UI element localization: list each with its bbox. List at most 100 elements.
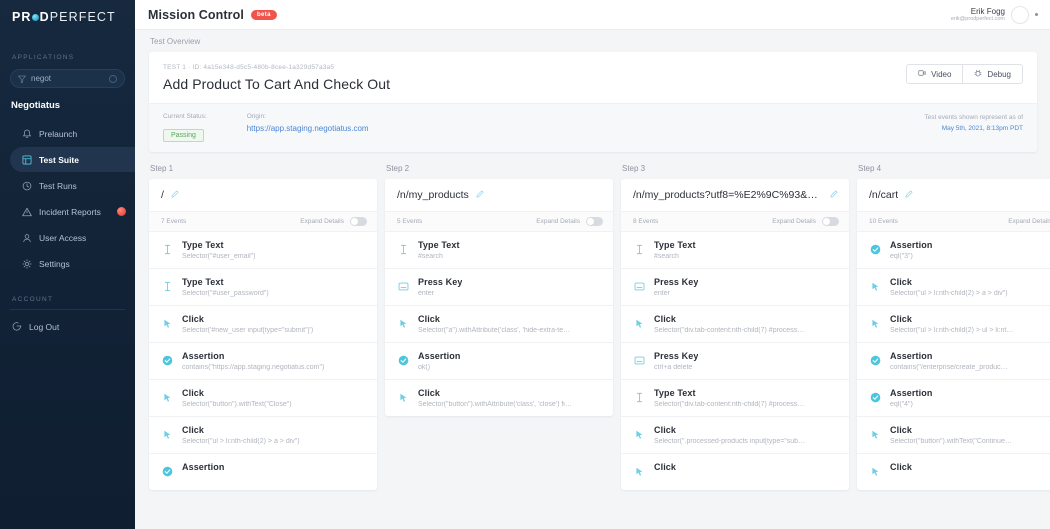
logo-text-prod: PR <box>12 10 32 24</box>
event-desc: Selector('#new_user input[type="submit"]… <box>182 327 313 334</box>
sidebar-item-test-runs[interactable]: Test Runs <box>0 173 135 198</box>
event-desc: Selector("#user_email") <box>182 253 255 260</box>
event-row[interactable]: ClickSelector("button").withText("Contin… <box>857 416 1050 453</box>
event-row[interactable]: Type TextSelector("#user_password") <box>149 268 377 305</box>
sidebar-item-incident-reports[interactable]: Incident Reports <box>0 199 135 224</box>
event-type: Click <box>890 462 912 472</box>
event-row[interactable]: Click Selector("button").withText("Close"… <box>149 379 377 416</box>
text-cursor-icon <box>634 388 645 408</box>
event-row[interactable]: Type TextSelector("div.tab-content:nth-c… <box>621 379 849 416</box>
event-row[interactable]: Press Keyctrl+a delete <box>621 342 849 379</box>
origin-link[interactable]: https://app.staging.negotiatus.com <box>247 124 369 133</box>
sidebar-item-label: Incident Reports <box>39 207 101 217</box>
video-button[interactable]: Video <box>906 64 963 84</box>
event-row[interactable]: Assertion <box>149 453 377 490</box>
event-type: Type Text <box>654 388 804 398</box>
sidebar-item-label: Prelaunch <box>39 129 77 139</box>
step-url-row[interactable]: / <box>149 179 377 211</box>
user-menu[interactable]: Erik Fogg erik@prodperfect.com <box>951 6 1038 24</box>
event-row[interactable]: Assertioneql("3") <box>857 231 1050 268</box>
event-row[interactable]: ClickSelector('#new_user input[type="sub… <box>149 305 377 342</box>
event-type: Click <box>890 314 1013 324</box>
edit-pencil-icon[interactable] <box>171 189 179 201</box>
step-url-row[interactable]: /n/my_products <box>385 179 613 211</box>
event-type: Press Key <box>654 351 698 361</box>
event-row[interactable]: ClickSelector("ul > li:nth-child(2) > a … <box>857 268 1050 305</box>
event-row[interactable]: Assertionok() <box>385 342 613 379</box>
search-input[interactable]: negot <box>10 69 125 88</box>
expand-details-toggle[interactable] <box>586 217 603 226</box>
step-label: Step 4 <box>857 164 1050 173</box>
cursor-arrow-icon <box>162 388 173 408</box>
event-desc: Selector("ul > li:nth-child(2) > a > div… <box>890 290 1008 297</box>
step-url: / <box>161 189 164 201</box>
text-cursor-icon <box>398 240 409 260</box>
step-url: /n/my_products <box>397 189 469 201</box>
page-title: Mission Control <box>148 8 244 22</box>
event-row[interactable]: Assertioncontains("/enterprise/create_pr… <box>857 342 1050 379</box>
event-row[interactable]: Press Keyenter <box>621 268 849 305</box>
event-row[interactable]: Click <box>621 453 849 490</box>
event-row[interactable]: Type TextSelector("#user_email") <box>149 231 377 268</box>
event-type: Press Key <box>654 277 698 287</box>
sidebar: PRDPERFECT APPLICATIONS negot Negotiatus… <box>0 0 135 529</box>
event-desc: Selector("ul > li:nth-child(2) > ul > li… <box>890 327 1013 334</box>
beta-badge: beta <box>251 10 277 20</box>
event-desc: Selector("a").withAttribute('class', 'hi… <box>418 327 570 334</box>
event-row[interactable]: Press Keyenter <box>385 268 613 305</box>
keyboard-icon <box>398 277 409 297</box>
expand-details-toggle[interactable] <box>822 217 839 226</box>
edit-pencil-icon[interactable] <box>905 189 913 201</box>
sidebar-item-prelaunch[interactable]: Prelaunch <box>0 121 135 146</box>
event-row[interactable]: Type Text#search <box>621 231 849 268</box>
event-row[interactable]: Click Selector("ul > li:nth-child(2) > ul… <box>857 305 1050 342</box>
event-row[interactable]: ClickSelector(".processed-products input… <box>621 416 849 453</box>
event-row[interactable]: ClickSelector("div.tab-content:nth-child… <box>621 305 849 342</box>
event-row[interactable]: Click <box>857 453 1050 490</box>
logo[interactable]: PRDPERFECT <box>0 0 135 30</box>
step-card: /n/my_products 5 Events Expand Details T… <box>385 179 613 416</box>
debug-button[interactable]: Debug <box>963 64 1023 84</box>
avatar[interactable] <box>1011 6 1029 24</box>
step-subheader: 10 Events Expand Details <box>857 211 1050 231</box>
step-url-row[interactable]: /n/my_products?utf8=%E2%9C%93&unas… <box>621 179 849 211</box>
event-desc: eql("4") <box>890 401 932 408</box>
edit-pencil-icon[interactable] <box>830 189 838 201</box>
sidebar-item-settings[interactable]: Settings <box>0 251 135 276</box>
sidebar-item-test-suite[interactable]: Test Suite <box>10 147 135 172</box>
sidebar-item-user-access[interactable]: User Access <box>0 225 135 250</box>
event-desc: Selector("button").withText("Close") <box>182 401 292 408</box>
step-column-2: Step 2 /n/my_products 5 Events Expand De… <box>385 164 613 416</box>
logout-button[interactable]: Log Out <box>0 316 135 338</box>
event-desc: #search <box>654 253 696 260</box>
event-row[interactable]: Type Text#search <box>385 231 613 268</box>
logo-text-d: D <box>40 10 50 24</box>
expand-details-toggle[interactable] <box>350 217 367 226</box>
event-row[interactable]: Assertioneql("4") <box>857 379 1050 416</box>
current-status-label: Current Status: <box>163 113 207 120</box>
grid-icon <box>22 155 32 165</box>
chevron-down-icon[interactable] <box>1035 13 1038 16</box>
gear-icon <box>22 259 32 269</box>
sidebar-item-label: Test Suite <box>39 155 79 165</box>
event-row[interactable]: Assertioncontains("https://app.staging.n… <box>149 342 377 379</box>
filter-icon <box>18 70 26 88</box>
as-of-timestamp: May 5th, 2021, 8:13pm PDT <box>924 125 1023 132</box>
as-of-label: Test events shown represent as of <box>924 114 1023 121</box>
event-row[interactable]: ClickSelector("a").withAttribute('class'… <box>385 305 613 342</box>
event-row[interactable]: ClickSelector("ul > li:nth-child(2) > a … <box>149 416 377 453</box>
edit-pencil-icon[interactable] <box>476 189 484 201</box>
clear-search-icon[interactable] <box>109 75 117 83</box>
text-cursor-icon <box>634 240 645 260</box>
event-type: Click <box>182 388 292 398</box>
cursor-arrow-icon <box>870 277 881 297</box>
cursor-arrow-icon <box>162 425 173 445</box>
current-application-name: Negotiatus <box>0 100 135 111</box>
as-of-block: Test events shown represent as of May 5t… <box>924 113 1023 142</box>
event-count: 8 Events <box>633 218 658 225</box>
step-url-row[interactable]: /n/cart <box>857 179 1050 211</box>
breadcrumb-label: Test Overview <box>150 37 200 46</box>
step-subheader: 5 Events Expand Details <box>385 211 613 231</box>
event-row[interactable]: ClickSelector("button").withAttribute('c… <box>385 379 613 416</box>
event-type: Type Text <box>418 240 460 250</box>
